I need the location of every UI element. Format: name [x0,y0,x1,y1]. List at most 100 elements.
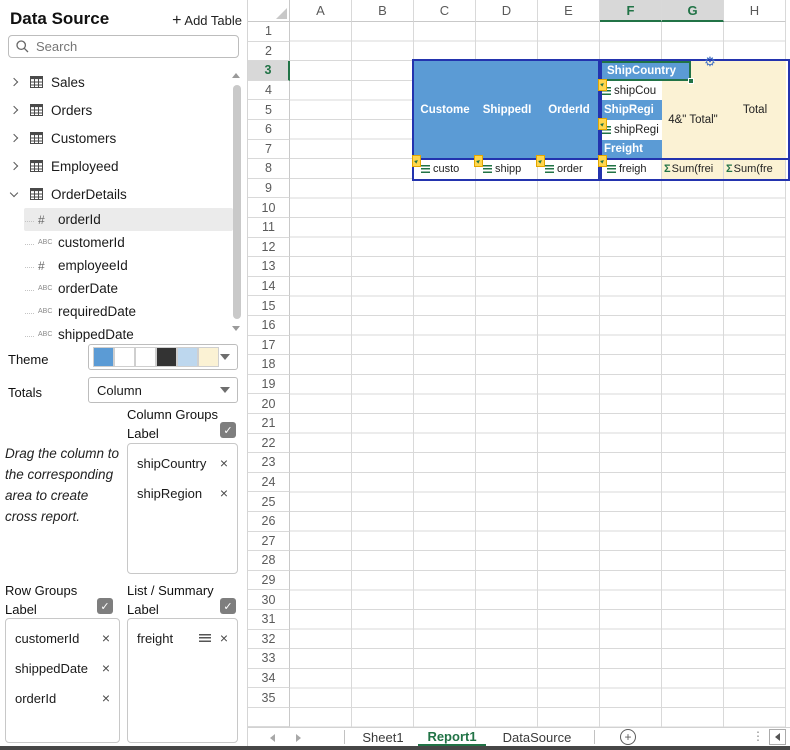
row-groups-box[interactable]: customerId×shippedDate×orderId× [5,618,120,743]
row-header-1[interactable]: 1 [248,22,290,42]
close-icon[interactable]: × [220,455,228,471]
column-groups-box[interactable]: shipCountry×shipRegion× [127,443,238,574]
close-icon[interactable]: × [102,660,110,676]
close-icon[interactable]: × [220,630,228,646]
column-header-H[interactable]: H [724,0,786,22]
list-summary-box[interactable]: freight× [127,618,238,743]
tree-field-employeeid[interactable]: #employeeId [0,254,247,277]
row-header-33[interactable]: 33 [248,649,290,669]
row-header-31[interactable]: 31 [248,610,290,630]
row-header-10[interactable]: 10 [248,198,290,218]
group-item-customerid[interactable]: customerId× [6,623,119,653]
tree-table-customers[interactable]: Customers [0,124,247,152]
row-header-36[interactable] [248,708,290,727]
scroll-up-icon[interactable] [232,73,240,78]
tree-table-sales[interactable]: Sales [0,68,247,96]
chevron-right-icon[interactable] [10,134,18,142]
column-header-G[interactable]: G [662,0,724,22]
totals-dropdown[interactable]: Column [88,377,238,403]
tree-field-orderdate[interactable]: ABCorderDate [0,277,247,300]
add-sheet-button[interactable]: + [620,729,636,745]
row-header-17[interactable]: 17 [248,336,290,356]
row-header-21[interactable]: 21 [248,414,290,434]
tab-report1[interactable]: Report1 [418,728,486,746]
report-cell-custome[interactable]: Custome [414,61,476,159]
gear-icon[interactable]: ⚙ [702,54,718,70]
add-table-button[interactable]: + Add Table [172,13,242,28]
column-header-D[interactable]: D [476,0,538,22]
row-header-14[interactable]: 14 [248,277,290,297]
chevron-right-icon[interactable] [10,106,18,114]
row-header-8[interactable]: 8 [248,159,290,179]
row-header-24[interactable]: 24 [248,473,290,493]
row-header-23[interactable]: 23 [248,453,290,473]
report-cell-orderid[interactable]: OrderId [538,61,600,159]
group-item-shipregion[interactable]: shipRegion× [128,478,237,508]
tree-table-orderdetails[interactable]: OrderDetails [0,180,247,208]
column-header-E[interactable]: E [538,0,600,22]
column-groups-checkbox[interactable]: ✓ [220,422,236,438]
report-cell-freight[interactable]: Freight [600,140,662,160]
row-header-5[interactable]: 5 [248,100,290,120]
close-icon[interactable]: × [102,630,110,646]
hscroll-left-button[interactable] [769,729,786,745]
row-header-22[interactable]: 22 [248,434,290,454]
tab-nav-left-icon[interactable] [270,734,275,742]
group-item-shippeddate[interactable]: shippedDate× [6,653,119,683]
row-header-16[interactable]: 16 [248,316,290,336]
close-icon[interactable]: × [220,485,228,501]
report-field-shipcou[interactable]: shipCou [600,81,662,101]
theme-dropdown[interactable] [88,344,238,370]
report-footer-sumfre[interactable]: ΣSum(fre [724,159,786,179]
close-icon[interactable]: × [102,690,110,706]
search-input[interactable]: Search [8,35,239,58]
tree-field-shippeddate[interactable]: ABCshippedDate [0,323,247,346]
row-header-32[interactable]: 32 [248,630,290,650]
row-header-7[interactable]: 7 [248,140,290,160]
tab-nav-right-icon[interactable] [296,734,301,742]
chevron-right-icon[interactable] [10,78,18,86]
group-item-freight[interactable]: freight× [128,623,237,653]
column-header-B[interactable]: B [352,0,414,22]
column-header-A[interactable]: A [290,0,352,22]
row-header-4[interactable]: 4 [248,81,290,101]
scrollbar-thumb[interactable] [233,85,241,319]
row-header-27[interactable]: 27 [248,532,290,552]
chevron-right-icon[interactable] [10,162,18,170]
chevron-down-icon[interactable] [10,188,18,196]
row-header-11[interactable]: 11 [248,218,290,238]
summary-list-icon[interactable] [199,634,211,643]
tab-sheet1[interactable]: Sheet1 [352,728,414,746]
report-cell-shippedi[interactable]: ShippedI [476,61,538,159]
tree-field-orderid[interactable]: #orderId [24,208,233,231]
tree-table-orders[interactable]: Orders [0,96,247,124]
row-header-18[interactable]: 18 [248,355,290,375]
report-footer-shipp[interactable]: shipp [476,159,538,179]
more-icon[interactable]: ⋮ [752,729,764,743]
row-header-25[interactable]: 25 [248,492,290,512]
row-header-20[interactable]: 20 [248,394,290,414]
report-formula-cell[interactable]: 4&" Total" [662,81,724,159]
report-cell-shipcountry[interactable]: ShipCountry [600,61,691,81]
row-header-6[interactable]: 6 [248,120,290,140]
row-header-13[interactable]: 13 [248,257,290,277]
scroll-down-icon[interactable] [232,326,240,331]
row-header-30[interactable]: 30 [248,590,290,610]
row-header-29[interactable]: 29 [248,571,290,591]
row-header-19[interactable]: 19 [248,375,290,395]
column-header-F[interactable]: F [600,0,662,22]
group-item-orderid[interactable]: orderId× [6,683,119,713]
report-cell-shipregi[interactable]: ShipRegi [600,100,662,120]
row-header-15[interactable]: 15 [248,296,290,316]
row-groups-checkbox[interactable]: ✓ [97,598,113,614]
report-footer-freigh[interactable]: freigh [600,159,662,179]
row-header-3[interactable]: 3 [248,61,290,81]
row-header-34[interactable]: 34 [248,669,290,689]
report-grand-total-cell[interactable]: Total [724,61,786,159]
row-header-12[interactable]: 12 [248,238,290,258]
row-header-35[interactable]: 35 [248,688,290,708]
row-header-2[interactable]: 2 [248,42,290,62]
group-item-shipcountry[interactable]: shipCountry× [128,448,237,478]
select-all-corner[interactable] [248,0,290,22]
row-header-26[interactable]: 26 [248,512,290,532]
